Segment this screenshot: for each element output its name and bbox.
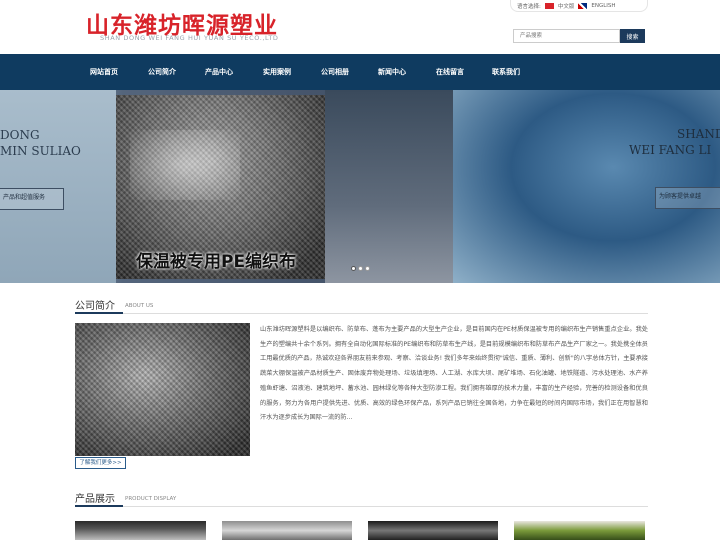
nav-item-news[interactable]: 新闻中心 xyxy=(363,54,421,90)
product-thumbnail[interactable] xyxy=(222,521,352,540)
nav-item-message[interactable]: 在线留言 xyxy=(421,54,479,90)
product-thumbnail[interactable] xyxy=(75,521,206,540)
about-text: 山东潍坊晖源塑料是以编织布、防草布、蓬布为主要产品的大型生产企业，是目前国内在P… xyxy=(260,326,648,422)
about-section-divider xyxy=(75,313,648,314)
banner-caption: 保温被专用PE编织布 xyxy=(136,252,297,272)
slide-dot-3[interactable] xyxy=(365,266,370,271)
search-input[interactable] xyxy=(513,29,620,43)
banner-right-text-2: WEI FANG LI xyxy=(629,143,712,157)
about-section-accent xyxy=(75,312,123,314)
nav-item-home[interactable]: 网站首页 xyxy=(75,54,133,90)
nav-item-album[interactable]: 公司相册 xyxy=(306,54,364,90)
site-header: 山东潍坊晖源塑业 SHAN DONG WEI FANG HUI YUAN SU … xyxy=(0,0,720,54)
products-section-divider xyxy=(75,506,648,507)
products-section-accent xyxy=(75,505,123,507)
main-nav: 网站首页 公司简介 产品中心 实用案例 公司相册 新闻中心 在线留言 联系我们 xyxy=(0,54,720,90)
about-section-title: 公司简介 xyxy=(75,301,115,312)
about-section-subtitle: ABOUT US xyxy=(125,303,154,309)
search-button[interactable]: 搜索 xyxy=(620,29,645,43)
product-thumbnail[interactable] xyxy=(368,521,498,540)
product-thumbnail[interactable] xyxy=(514,521,645,540)
products-section-subtitle: PRODUCT DISPLAY xyxy=(125,496,177,502)
about-image xyxy=(75,323,250,456)
banner-right-text-1: SHAND xyxy=(677,127,720,141)
nav-item-cases[interactable]: 实用案例 xyxy=(248,54,306,90)
nav-item-about[interactable]: 公司简介 xyxy=(133,54,191,90)
slide-dot-2[interactable] xyxy=(358,266,363,271)
language-label: 语言选择: xyxy=(517,3,541,10)
company-logo-subtitle: SHAN DONG WEI FANG HUI YUAN SU YECO.,LTD xyxy=(100,34,279,42)
nav-item-products[interactable]: 产品中心 xyxy=(190,54,248,90)
banner-left-text-1: DONG xyxy=(0,128,40,142)
banner-left-box: 产品和超值服务 xyxy=(0,188,64,210)
language-english-link[interactable]: ENGLISH xyxy=(591,3,615,9)
banner-left-text-2: MIN SULIAO xyxy=(0,144,81,158)
banner-right-box: 为顾客提供卓越 xyxy=(655,187,720,209)
hero-banner[interactable]: DONG MIN SULIAO 产品和超值服务 xyxy=(0,90,720,283)
products-section-title: 产品展示 xyxy=(75,494,115,505)
banner-fabric-highlight xyxy=(130,130,240,200)
china-flag-icon[interactable] xyxy=(544,2,554,9)
about-more-button[interactable]: 了解我们更多>> xyxy=(75,457,126,469)
uk-flag-icon[interactable] xyxy=(578,2,588,9)
banner-mid-panel xyxy=(325,90,453,283)
slide-dot-1[interactable] xyxy=(351,266,356,271)
language-chinese-link[interactable]: 中文版 xyxy=(558,2,575,10)
language-switcher: 语言选择: 中文版 ENGLISH xyxy=(510,0,648,12)
nav-item-contact[interactable]: 联系我们 xyxy=(477,54,535,90)
banner-left-slide: DONG MIN SULIAO 产品和超值服务 xyxy=(0,90,116,283)
